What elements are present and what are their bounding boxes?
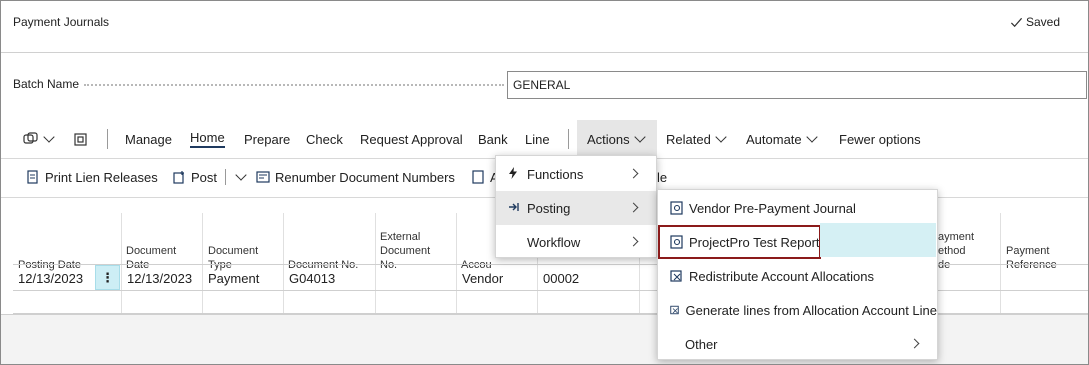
menu-item-workflow[interactable]: Workflow [496, 225, 656, 259]
cell-document-type[interactable]: Payment [208, 266, 259, 290]
action-bar-separator [568, 129, 569, 149]
action-bar: Manage Home Prepare Check Request Approv… [1, 120, 1088, 158]
tab-line[interactable]: Line [525, 120, 550, 158]
chevron-down-icon [633, 130, 646, 143]
renumber-document-numbers-button[interactable]: Renumber Document Numbers [256, 161, 455, 193]
chevron-down-icon[interactable] [235, 168, 247, 181]
batch-name-label: Batch Name [13, 77, 80, 91]
post-icon [173, 171, 184, 184]
row-menu-button[interactable]: ⋮ [95, 265, 120, 290]
menu-item-vendor-pre-payment-journal[interactable]: Vendor Pre-Payment Journal [658, 191, 937, 225]
batch-name-leader [84, 84, 504, 86]
allocation-icon [670, 270, 682, 282]
post-button[interactable]: Post [172, 161, 247, 193]
header-divider [1, 52, 1088, 53]
menu-item-posting[interactable]: Posting [496, 191, 656, 225]
menu-item-projectpro-test-report[interactable]: ProjectPro Test Report [658, 225, 821, 259]
chevron-right-icon [909, 338, 920, 349]
checkmark-icon [1010, 17, 1023, 27]
split-divider [225, 169, 227, 185]
chevron-down-icon [805, 130, 818, 143]
tab-request-approval[interactable]: Request Approval [360, 120, 463, 158]
tab-manage[interactable]: Manage [125, 120, 172, 158]
chevron-down-icon [43, 130, 55, 143]
saved-label: Saved [1025, 15, 1060, 29]
cell-posting-date[interactable]: 12/13/2023 [18, 266, 83, 290]
view-icon [23, 132, 38, 144]
fewer-options-button[interactable]: Fewer options [839, 120, 921, 158]
post-icon [508, 201, 523, 216]
report-search-icon [670, 235, 683, 249]
saved-indicator: Saved [1010, 15, 1060, 29]
more-vertical-icon: ⋮ [101, 269, 114, 285]
lightning-icon [508, 166, 523, 182]
renumber-icon [256, 171, 270, 183]
posting-submenu: Vendor Pre-Payment Journal ProjectPro Te… [657, 189, 938, 360]
tab-bank[interactable]: Bank [478, 120, 508, 158]
automate-menu-button[interactable]: Automate [746, 120, 818, 158]
chevron-right-icon [628, 202, 639, 213]
menu-item-functions[interactable]: Functions [496, 157, 656, 191]
actions-dropdown: Functions Posting Workflow [495, 155, 657, 258]
batch-name-input[interactable]: GENERAL [507, 71, 1087, 99]
page-frame: Payment Journals Saved Batch Name GENERA… [0, 0, 1089, 365]
cell-document-no[interactable]: G04013 [289, 266, 335, 290]
cell-account-no[interactable]: 00002 [543, 266, 579, 290]
tab-prepare[interactable]: Prepare [244, 120, 290, 158]
chevron-down-icon [715, 130, 727, 143]
tab-home[interactable]: Home [190, 120, 225, 158]
print-lien-releases-button[interactable]: Print Lien Releases [26, 161, 158, 193]
menu-item-redistribute-account-allocations[interactable]: Redistribute Account Allocations [658, 259, 937, 293]
allocation-icon [670, 305, 679, 315]
menu-item-highlight [820, 223, 936, 257]
tab-check[interactable]: Check [306, 120, 343, 158]
menu-item-generate-lines-from-allocation[interactable]: Generate lines from Allocation Account L… [658, 293, 937, 327]
chevron-right-icon [628, 168, 639, 179]
menu-item-other[interactable]: Other [658, 327, 937, 361]
action-bar-separator [107, 129, 108, 149]
cell-account-type[interactable]: Vendor [462, 266, 503, 290]
open-in-new-button[interactable] [73, 120, 88, 158]
page-title: Payment Journals [13, 15, 110, 29]
report-search-icon [670, 201, 683, 215]
open-in-new-icon [74, 132, 87, 146]
cell-document-date[interactable]: 12/13/2023 [127, 266, 192, 290]
report-icon [27, 170, 38, 184]
document-icon [472, 170, 484, 184]
chevron-right-icon [628, 236, 639, 247]
actions-menu-button[interactable]: Actions [577, 120, 657, 158]
related-menu-button[interactable]: Related [666, 120, 727, 158]
view-switcher-button[interactable] [23, 120, 55, 158]
